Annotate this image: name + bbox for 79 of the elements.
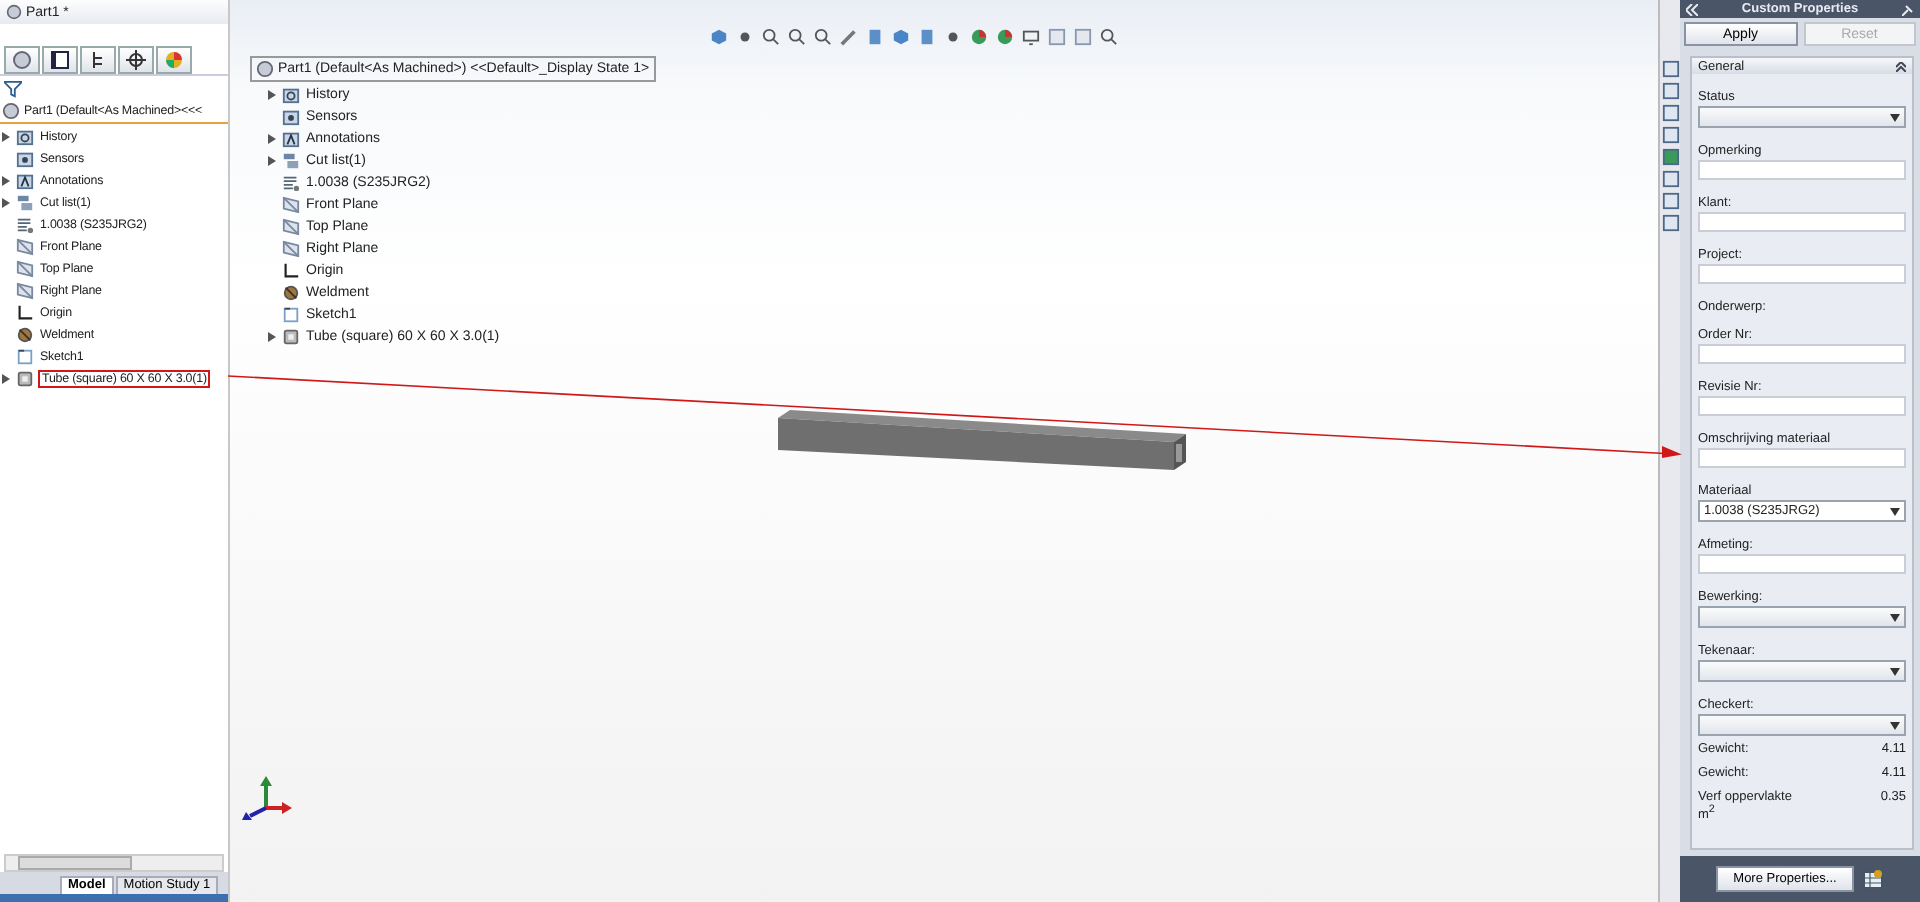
- input-field[interactable]: [1698, 212, 1906, 232]
- dropdown-field[interactable]: [1698, 660, 1906, 682]
- part-icon: [12, 49, 32, 69]
- input-field[interactable]: [1698, 448, 1906, 468]
- cutlist-icon: [282, 152, 300, 170]
- input-field[interactable]: [1698, 344, 1906, 364]
- crosshair-icon: [126, 49, 146, 69]
- collapse-arrows-icon[interactable]: [1686, 3, 1698, 15]
- expand-arrow-icon[interactable]: [268, 156, 276, 166]
- horizontal-scrollbar[interactable]: [4, 854, 224, 872]
- body-icon: [282, 328, 300, 346]
- weldment-icon: [16, 326, 34, 344]
- dimxpert-tab[interactable]: [118, 45, 154, 73]
- history-icon: [282, 86, 300, 104]
- dropdown-field[interactable]: [1698, 106, 1906, 128]
- box-icon[interactable]: [866, 28, 884, 46]
- plane-icon: [16, 238, 34, 256]
- input-field[interactable]: [1698, 554, 1906, 574]
- configuration-tab[interactable]: [80, 45, 116, 73]
- box-icon[interactable]: [918, 28, 936, 46]
- annotations-icon: [16, 172, 34, 190]
- cube-icon[interactable]: [892, 28, 910, 46]
- dot-icon[interactable]: [944, 28, 962, 46]
- part-icon: [256, 60, 274, 78]
- plane-icon: [282, 240, 300, 258]
- window-icon[interactable]: [1661, 82, 1679, 100]
- input-field[interactable]: [1698, 396, 1906, 416]
- sketch-icon: [282, 306, 300, 324]
- color-wheel-icon: [164, 49, 184, 69]
- origin-icon: [282, 262, 300, 280]
- dropdown-arrow-icon: [1890, 613, 1900, 621]
- collapse-chevron-icon[interactable]: [1896, 61, 1906, 71]
- plane-icon: [282, 218, 300, 236]
- expand-arrow-icon[interactable]: [2, 374, 10, 384]
- plane-icon: [16, 282, 34, 300]
- table-icon[interactable]: [1862, 868, 1885, 890]
- expand-arrow-icon[interactable]: [268, 134, 276, 144]
- sketch-icon: [16, 348, 34, 366]
- sensors-icon: [16, 150, 34, 168]
- expand-arrow-icon[interactable]: [2, 176, 10, 186]
- filter-icon[interactable]: [4, 79, 22, 97]
- history-icon: [16, 128, 34, 146]
- zoom-icon[interactable]: [788, 28, 806, 46]
- monitor-icon[interactable]: [1022, 28, 1040, 46]
- dot-icon[interactable]: [736, 28, 754, 46]
- dropdown-arrow-icon: [1890, 507, 1900, 515]
- weldment-icon: [282, 284, 300, 302]
- input-field[interactable]: [1698, 160, 1906, 180]
- zoom-icon[interactable]: [1100, 28, 1118, 46]
- appearance-tab[interactable]: [156, 45, 192, 73]
- plane-icon: [282, 196, 300, 214]
- dropdown-field[interactable]: [1698, 714, 1906, 736]
- material-icon: [282, 174, 300, 192]
- origin-icon: [16, 304, 34, 322]
- expand-arrow-icon[interactable]: [268, 332, 276, 342]
- sensors-icon: [282, 108, 300, 126]
- dropdown-arrow-icon: [1890, 721, 1900, 729]
- part-icon: [2, 102, 20, 120]
- feature-tree-tab[interactable]: [4, 45, 40, 73]
- tree-icon: [88, 49, 108, 69]
- dropdown-field[interactable]: [1698, 606, 1906, 628]
- input-field[interactable]: [1698, 264, 1906, 284]
- annotations-icon: [282, 130, 300, 148]
- dropdown-arrow-icon: [1890, 667, 1900, 675]
- pencil-icon[interactable]: [840, 28, 858, 46]
- expand-arrow-icon[interactable]: [268, 90, 276, 100]
- pin-icon[interactable]: [1902, 3, 1914, 15]
- body-icon: [16, 370, 34, 388]
- plane-icon: [16, 260, 34, 278]
- zoom-icon[interactable]: [814, 28, 832, 46]
- expand-arrow-icon[interactable]: [2, 198, 10, 208]
- dropdown-arrow-icon: [1890, 113, 1900, 121]
- cutlist-icon: [16, 194, 34, 212]
- cube-icon[interactable]: [710, 28, 728, 46]
- property-tab[interactable]: [42, 45, 78, 73]
- part-icon: [6, 4, 22, 20]
- expand-arrow-icon[interactable]: [2, 132, 10, 142]
- zoom-icon[interactable]: [762, 28, 780, 46]
- material-icon: [16, 216, 34, 234]
